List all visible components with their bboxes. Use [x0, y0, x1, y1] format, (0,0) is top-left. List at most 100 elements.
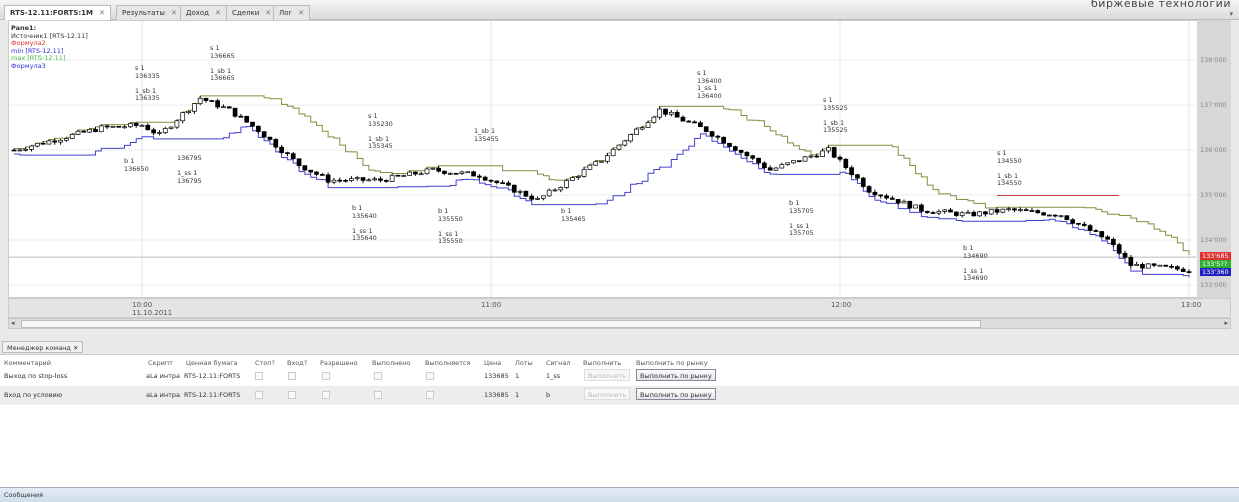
tab-command-manager[interactable]: Менеджер команд ✕ [2, 341, 84, 353]
column-header[interactable]: Выполнить [583, 359, 621, 367]
table-row[interactable]: Вход по условию aLa интра RTS-12.11:FORT… [0, 386, 1239, 405]
candle-body [52, 140, 58, 143]
column-header[interactable]: Выполнить по рынку [636, 359, 708, 367]
chart-legend: Pane1: Источник1 [RTS-12.11] Формула2 min … [11, 24, 88, 70]
candle-body [447, 172, 453, 175]
candle-body [587, 164, 593, 170]
trade-annotation: s 1 136335 1_sb 1 136335 [135, 64, 160, 102]
candle-body [360, 177, 366, 181]
execute-market-button[interactable]: Выполнить по рынку [636, 388, 716, 400]
candle-body [459, 171, 465, 174]
candle-body [994, 209, 1000, 213]
candle-body [715, 135, 721, 138]
candle-body [773, 167, 779, 171]
candle-body [779, 164, 785, 169]
candle-body [157, 132, 162, 134]
trade-annotation: b 1 135640 1_ss 1 135640 [352, 204, 377, 242]
candle-body [331, 179, 337, 183]
checkbox[interactable] [374, 372, 382, 380]
candle-body [535, 198, 540, 200]
candle-body [1151, 263, 1157, 266]
candle-body [686, 120, 692, 123]
candle-body [500, 182, 505, 185]
column-header[interactable]: Скрипт [148, 359, 173, 367]
checkbox[interactable] [288, 391, 296, 399]
column-header[interactable]: Цена [484, 359, 501, 367]
checkbox[interactable] [288, 372, 296, 380]
horizontal-scrollbar[interactable]: ◂ ▸ [8, 318, 1231, 329]
candle-body [668, 111, 674, 115]
candle-body [1070, 219, 1076, 224]
candle-body [988, 209, 994, 215]
candle-body [221, 106, 226, 109]
candle-body [971, 211, 977, 217]
candle-body [1140, 264, 1145, 269]
candle-body [616, 144, 622, 150]
trade-annotation: 136795 1_ss 1 136795 [177, 154, 202, 185]
candle-body [290, 153, 296, 160]
column-header[interactable]: Ценная бумага [186, 359, 238, 367]
candle-body [139, 124, 145, 127]
column-header[interactable]: Вход? [287, 359, 307, 367]
candle-body [98, 125, 104, 133]
candle-body [1099, 231, 1105, 238]
messages-panel-header[interactable]: Сообщения [0, 487, 1239, 502]
candle-body [87, 129, 93, 133]
script-cell: aLa интра [146, 372, 181, 380]
checkbox[interactable] [426, 391, 434, 399]
candle-body [953, 211, 959, 216]
candle-body [285, 152, 290, 155]
candle-body [1023, 209, 1029, 211]
column-header[interactable]: Комментарий [4, 359, 51, 367]
trade-annotation: b 1 135550 1_ss 1 135550 [438, 207, 463, 245]
candle-body [639, 127, 645, 130]
candle-body [645, 122, 651, 128]
price-tick-label: 134'000 [1200, 236, 1227, 244]
candle-body [436, 167, 441, 172]
candle-body [407, 171, 412, 176]
candle-body [913, 204, 918, 209]
trade-annotation: s 1 136400 1_ss 1 136400 [697, 69, 722, 100]
checkbox[interactable] [322, 372, 330, 380]
close-icon[interactable]: ✕ [73, 344, 78, 352]
checkbox[interactable] [255, 372, 263, 380]
candle-body [895, 199, 901, 204]
table-row[interactable]: Выход по stop-loss aLa интра RTS-12.11:F… [0, 367, 1239, 386]
column-header[interactable]: Стоп? [255, 359, 275, 367]
candle-body [663, 108, 668, 115]
candle-body [244, 115, 250, 123]
column-header[interactable]: Выполняется [425, 359, 470, 367]
candle-body [75, 130, 81, 135]
checkbox[interactable] [255, 391, 263, 399]
scroll-left-icon[interactable]: ◂ [11, 319, 15, 327]
trade-annotation: s 1 135230 1_sb 1 135345 [368, 112, 393, 150]
time-label: 11:00 [481, 301, 502, 309]
candle-body [471, 171, 476, 177]
candle-body [517, 190, 523, 193]
checkbox[interactable] [426, 372, 434, 380]
candle-body [314, 171, 319, 175]
candle-body [901, 200, 907, 204]
candle-body [651, 116, 657, 123]
time-axis: 10:00 11.10.2011 11:00 12:00 13:00 [8, 298, 1231, 318]
scroll-right-icon[interactable]: ▸ [1224, 319, 1228, 327]
candle-body [162, 128, 168, 133]
candle-body [116, 125, 122, 128]
execute-button[interactable]: Выполнить [584, 369, 631, 381]
checkbox[interactable] [322, 391, 330, 399]
column-header[interactable]: Сигнал [546, 359, 571, 367]
checkbox[interactable] [374, 391, 382, 399]
trade-annotation: b 1 135465 [561, 207, 586, 223]
candle-body [721, 136, 727, 144]
column-header[interactable]: Выполнено [372, 359, 410, 367]
candle-body [732, 146, 738, 151]
execute-market-button[interactable]: Выполнить по рынку [636, 369, 716, 381]
execute-button[interactable]: Выполнить [584, 388, 631, 400]
scroll-thumb[interactable] [21, 320, 981, 328]
column-header[interactable]: Разрешено [320, 359, 358, 367]
candle-body [104, 125, 110, 128]
column-header[interactable]: Лоты [515, 359, 533, 367]
candle-body [796, 160, 802, 162]
candle-body [628, 134, 633, 142]
candle-body [564, 180, 569, 188]
